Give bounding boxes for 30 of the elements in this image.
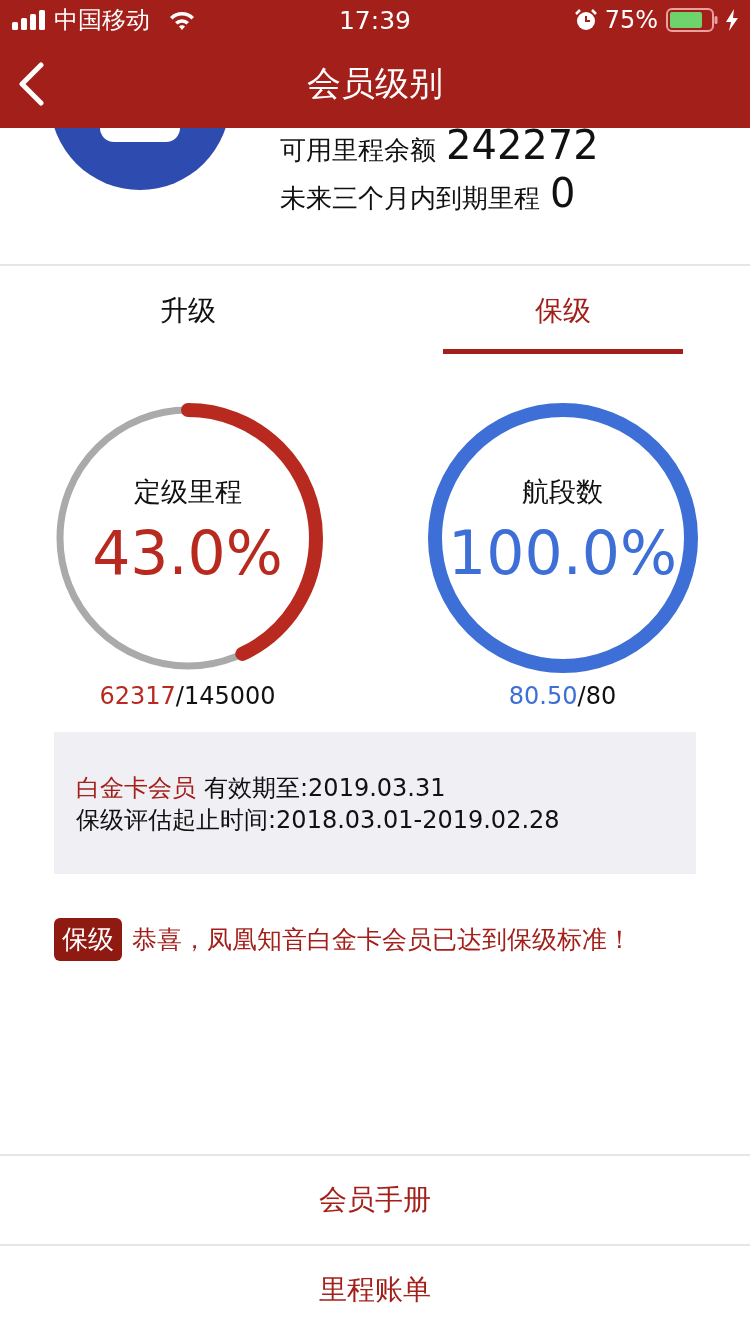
tier-name: 白金卡会员 bbox=[76, 773, 196, 804]
notice-message: 恭喜，凤凰知音白金卡会员已达到保级标准！ bbox=[132, 924, 632, 956]
gauge-target: /80 bbox=[577, 682, 617, 710]
balance-value: 242272 bbox=[446, 128, 599, 168]
back-button[interactable] bbox=[16, 62, 46, 106]
battery-icon bbox=[666, 8, 718, 32]
alarm-clock-icon bbox=[574, 9, 597, 31]
wifi-icon bbox=[168, 10, 196, 30]
status-badge: 保级 bbox=[54, 918, 122, 961]
back-chevron-icon bbox=[16, 62, 46, 106]
balance-label: 可用里程余额 bbox=[280, 134, 436, 167]
battery-percent: 75% bbox=[604, 6, 658, 34]
carrier-name: 中国移动 bbox=[54, 5, 150, 36]
gauge-current: 80.50 bbox=[508, 682, 578, 710]
signal-icon bbox=[12, 10, 46, 30]
gauge-target: /145000 bbox=[175, 682, 276, 710]
gauge-title: 航段数 bbox=[522, 475, 603, 509]
period-text: 保级评估起止时间:2018.03.01-2019.02.28 bbox=[76, 805, 561, 836]
validity-text: 有效期至:2019.03.31 bbox=[204, 773, 446, 804]
gauge-title: 定级里程 bbox=[133, 475, 242, 509]
charging-bolt-icon bbox=[726, 9, 738, 31]
gauge-percent: 100.0% bbox=[448, 518, 677, 588]
status-time: 17:39 bbox=[338, 6, 411, 35]
gauge-current: 62317 bbox=[99, 682, 176, 710]
balance-value: 0 bbox=[550, 170, 576, 216]
gauge-percent: 43.0% bbox=[92, 518, 283, 588]
tab[interactable]: 保级 bbox=[375, 266, 750, 356]
tab[interactable]: 升级 bbox=[0, 266, 375, 356]
page-title: 会员级别 bbox=[307, 62, 443, 105]
balance-label: 未来三个月内到期里程 bbox=[280, 182, 540, 215]
